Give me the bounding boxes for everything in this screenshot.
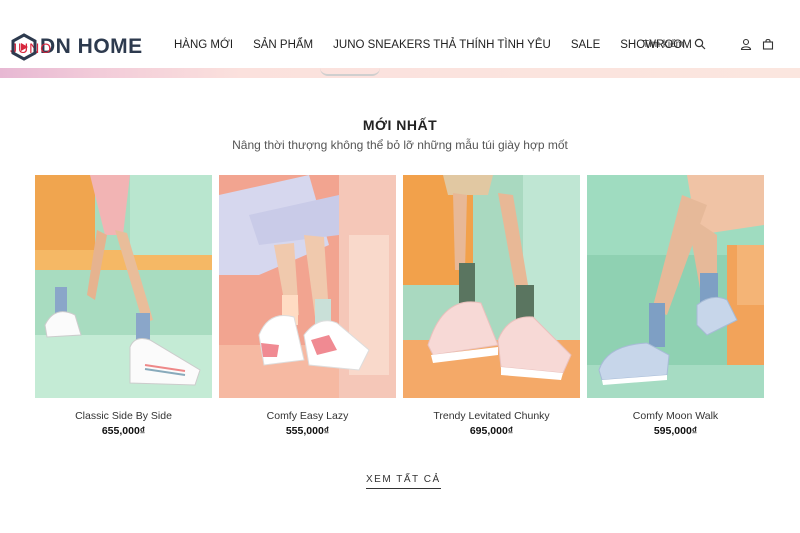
search-icon[interactable]: [694, 38, 706, 50]
logo-hexagon-icon: [11, 33, 37, 61]
cart-icon[interactable]: [762, 38, 774, 50]
logo[interactable]: JUNO DN HOME: [10, 32, 143, 62]
product-name[interactable]: Comfy Easy Lazy: [219, 410, 396, 422]
product-price: 595,000₫: [653, 425, 698, 437]
nav-item-new[interactable]: HÀNG MỚI: [174, 39, 233, 51]
product-card[interactable]: Comfy Easy Lazy 555,000₫: [219, 175, 396, 437]
nav-item-juno-sneakers[interactable]: JUNO SNEAKERS THẢ THÍNH TÌNH YÊU: [333, 39, 551, 51]
product-price: 655,000₫: [101, 425, 146, 437]
hero-banner-strip: [0, 68, 800, 78]
section-title: MỚI NHẤT: [362, 117, 438, 133]
hero-banner-shoe-edge: [320, 68, 380, 76]
product-card[interactable]: Classic Side By Side 655,000₫: [35, 175, 212, 437]
site-header: JUNO DN HOME HÀNG MỚI SẢN PHẨM JUNO SNEA…: [0, 0, 800, 68]
search-label[interactable]: Tìm kiếm: [643, 39, 684, 50]
product-name[interactable]: Trendy Levitated Chunky: [403, 410, 580, 422]
nav-item-products[interactable]: SẢN PHẨM: [253, 39, 313, 51]
product-image[interactable]: [403, 175, 580, 398]
nav-item-sale[interactable]: SALE: [571, 39, 600, 51]
product-image[interactable]: [219, 175, 396, 398]
main-nav: HÀNG MỚI SẢN PHẨM JUNO SNEAKERS THẢ THÍN…: [174, 39, 712, 51]
product-price: 695,000₫: [469, 425, 514, 437]
product-name[interactable]: Classic Side By Side: [35, 410, 212, 422]
product-image[interactable]: [35, 175, 212, 398]
product-image[interactable]: [587, 175, 764, 398]
product-price: 555,000₫: [285, 425, 330, 437]
product-name[interactable]: Comfy Moon Walk: [587, 410, 764, 422]
product-grid: Classic Side By Side 655,000₫ Comfy Easy…: [35, 175, 764, 437]
logo-name: DN HOME: [40, 35, 143, 58]
product-card[interactable]: Comfy Moon Walk 595,000₫: [587, 175, 764, 437]
product-card[interactable]: Trendy Levitated Chunky 695,000₫: [403, 175, 580, 437]
view-all-link[interactable]: XEM TẤT CẢ: [366, 474, 441, 489]
user-icon[interactable]: [740, 38, 752, 50]
section-subtitle: Nâng thời thượng không thể bỏ lỡ những m…: [232, 138, 568, 152]
header-tools: Tìm kiếm: [643, 38, 774, 50]
